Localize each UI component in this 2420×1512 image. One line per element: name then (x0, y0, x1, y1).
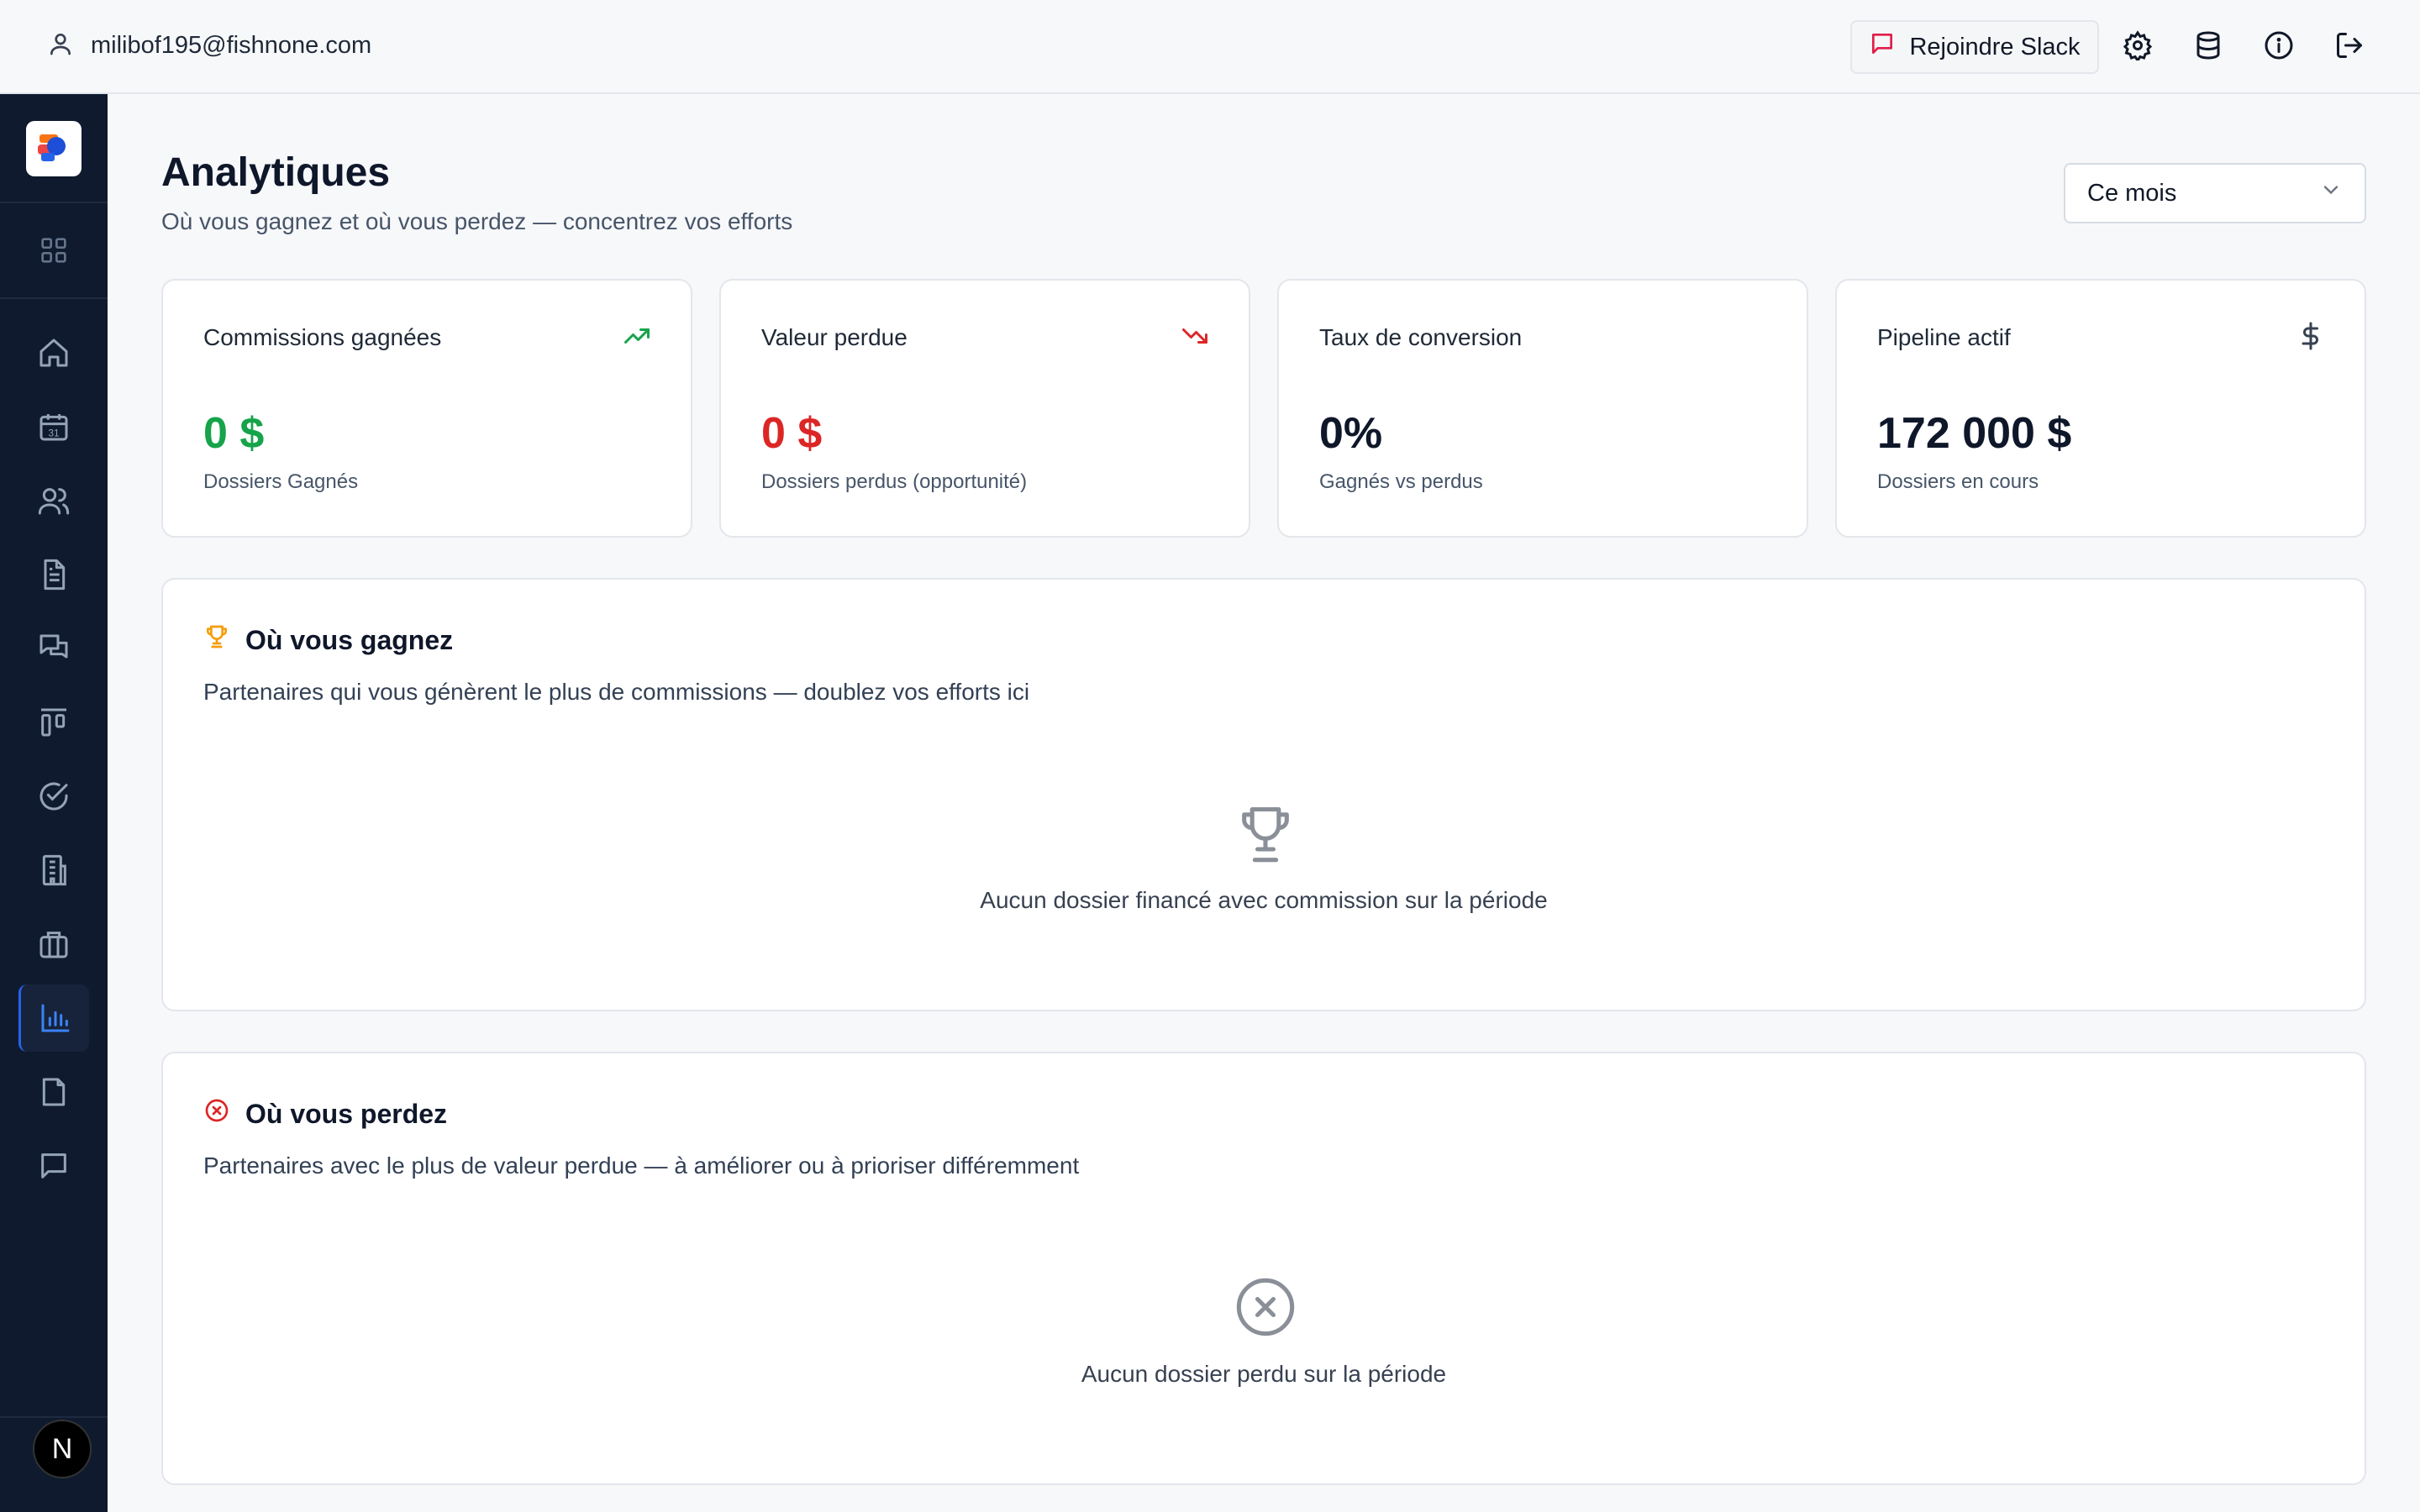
where-you-lose-panel: Où vous perdez Partenaires avec le plus … (161, 1052, 2366, 1485)
user-email: milibof195@fishnone.com (91, 32, 372, 59)
join-slack-label: Rejoindre Slack (1909, 33, 2081, 60)
panel-description: Partenaires qui vous génèrent le plus de… (203, 679, 1030, 705)
logout-icon[interactable] (2334, 30, 2365, 60)
settings-gear-icon[interactable] (2123, 30, 2153, 63)
sidebar-item-tasks[interactable] (18, 763, 89, 830)
sidebar-item-portfolio[interactable] (18, 911, 89, 978)
kpi-title: Commissions gagnées (203, 324, 442, 350)
trending-down-icon (1180, 321, 1210, 351)
user-info: milibof195@fishnone.com (47, 30, 371, 61)
info-icon[interactable] (2264, 30, 2294, 60)
where-you-win-panel: Où vous gagnez Partenaires qui vous génè… (161, 578, 2366, 1011)
trophy-icon (1234, 800, 1297, 867)
x-circle-icon (203, 1097, 230, 1131)
database-icon[interactable] (2193, 30, 2223, 60)
sidebar-item-documents[interactable] (18, 541, 89, 608)
app-logo[interactable] (26, 121, 82, 176)
kpi-value: 0% (1319, 409, 1383, 458)
sidebar-toggle-grid[interactable] (18, 217, 89, 284)
trending-up-icon (622, 321, 652, 351)
trophy-icon (203, 623, 230, 657)
sidebar-item-pipeline[interactable] (18, 689, 89, 756)
kpi-card-lost-value: Valeur perdue 0 $ Dossiers perdus (oppor… (719, 279, 1250, 538)
sidebar-item-home[interactable] (18, 319, 89, 386)
kpi-title: Taux de conversion (1319, 324, 1523, 350)
kpi-value: 172 000 $ (1877, 409, 2072, 458)
avatar[interactable]: N (33, 1420, 92, 1478)
user-icon (47, 30, 74, 61)
kpi-caption: Dossiers en cours (1877, 470, 2039, 493)
period-select-value: Ce mois (2087, 179, 2177, 207)
panel-title: Où vous perdez (203, 1097, 447, 1131)
kpi-value: 0 $ (761, 409, 823, 458)
page-subtitle: Où vous gagnez et où vous perdez — conce… (161, 208, 793, 234)
sidebar-item-contacts[interactable] (18, 467, 89, 534)
page-title: Analytiques (161, 150, 391, 195)
kpi-value: 0 $ (203, 409, 265, 458)
kpi-card-commissions: Commissions gagnées 0 $ Dossiers Gagnés (161, 279, 692, 538)
period-select[interactable]: Ce mois (2064, 163, 2366, 223)
sidebar-item-analytics[interactable] (18, 984, 89, 1052)
sidebar-divider (0, 202, 108, 203)
kpi-title: Valeur perdue (761, 324, 908, 350)
sidebar: 31 N (0, 94, 108, 1512)
sidebar-item-companies[interactable] (18, 837, 89, 904)
sidebar-divider (0, 297, 108, 299)
empty-state-text: Aucun dossier perdu sur la période (1081, 1361, 1447, 1387)
kpi-title: Pipeline actif (1877, 324, 2011, 350)
panel-title: Où vous gagnez (203, 623, 453, 657)
sidebar-item-calendar[interactable]: 31 (18, 393, 89, 460)
chevron-down-icon (2319, 178, 2343, 208)
svg-text:31: 31 (49, 428, 60, 439)
x-circle-icon (1234, 1273, 1297, 1341)
kpi-caption: Dossiers perdus (opportunité) (761, 470, 1028, 493)
panel-title-text: Où vous perdez (245, 1098, 448, 1129)
kpi-caption: Gagnés vs perdus (1319, 470, 1483, 493)
kpi-caption: Dossiers Gagnés (203, 470, 359, 493)
top-bar: milibof195@fishnone.com Rejoindre Slack (0, 0, 2420, 94)
sidebar-item-chat[interactable] (18, 1132, 89, 1200)
sidebar-item-files[interactable] (18, 1058, 89, 1126)
join-slack-button[interactable]: Rejoindre Slack (1850, 20, 2099, 74)
panel-title-text: Où vous gagnez (245, 624, 454, 655)
panel-description: Partenaires avec le plus de valeur perdu… (203, 1152, 1080, 1179)
empty-state-text: Aucun dossier financé avec commission su… (980, 887, 1548, 913)
sidebar-divider (0, 1416, 108, 1418)
dollar-icon (2296, 321, 2326, 351)
kpi-card-conversion: Taux de conversion 0% Gagnés vs perdus (1277, 279, 1808, 538)
kpi-card-pipeline: Pipeline actif 172 000 $ Dossiers en cou… (1835, 279, 2366, 538)
sidebar-item-messages[interactable] (18, 615, 89, 682)
message-square-icon (1869, 30, 1896, 64)
